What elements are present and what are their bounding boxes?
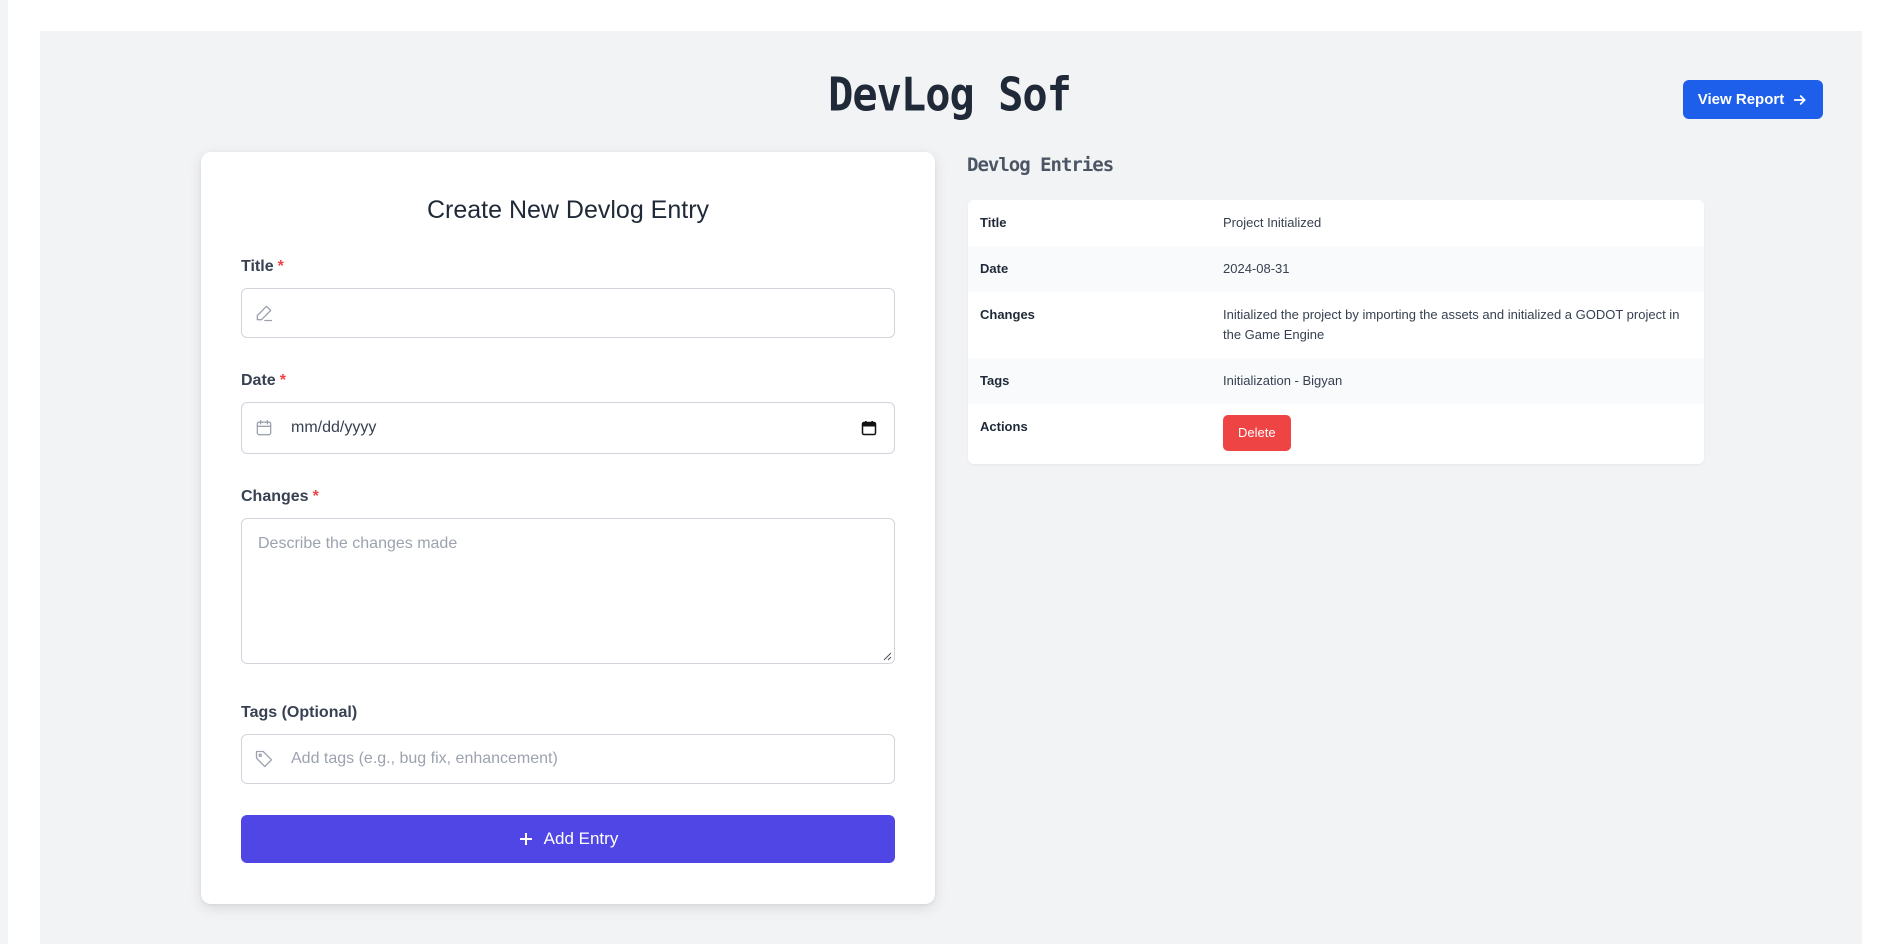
view-report-label: View Report	[1697, 91, 1785, 108]
row-value: 2024-08-31	[1211, 246, 1704, 292]
form-heading: Create New Devlog Entry	[426, 196, 710, 224]
tags-label: Tags (Optional)	[241, 704, 358, 721]
changes-label: Changes *	[241, 488, 319, 505]
row-key: Title	[980, 215, 1007, 230]
table-row: Changes Initialized the project by impor…	[968, 292, 1704, 358]
tags-input[interactable]	[242, 735, 894, 783]
view-report-button[interactable]: View Report	[1683, 80, 1823, 119]
title-input[interactable]	[242, 289, 894, 337]
row-key: Actions	[980, 419, 1028, 434]
date-picker-icon[interactable]	[861, 420, 877, 436]
arrow-right-icon	[1794, 94, 1806, 105]
tags-field[interactable]	[241, 734, 895, 784]
table-row: Actions Delete	[968, 404, 1704, 464]
title-label: Title *	[241, 258, 284, 275]
tag-icon	[255, 750, 273, 768]
calendar-icon	[256, 419, 272, 436]
delete-button[interactable]: Delete	[1223, 415, 1291, 451]
changes-placeholder: Describe the changes made	[258, 535, 458, 552]
date-value: mm/dd/yyyy	[291, 419, 377, 436]
title-field[interactable]	[241, 288, 895, 338]
row-value: Project Initialized	[1223, 215, 1322, 230]
resize-handle-icon[interactable]	[882, 651, 892, 661]
date-label: Date *	[241, 372, 286, 389]
row-key: Tags	[968, 358, 1211, 404]
table-row: Title Project Initialized	[968, 200, 1704, 246]
row-actions: Delete	[1211, 404, 1704, 464]
required-marker: *	[312, 488, 319, 505]
changes-textarea[interactable]: Describe the changes made	[241, 518, 895, 664]
required-marker: *	[277, 258, 284, 275]
date-field[interactable]: mm/dd/yyyy	[241, 402, 895, 454]
required-marker: *	[279, 372, 286, 389]
add-entry-label: Add Entry	[543, 829, 619, 848]
entries-table: Title Project Initialized Date 2024-08-3…	[968, 200, 1704, 464]
entries-heading: Devlog Entries	[967, 154, 1114, 176]
table-row: Tags Initialization - Bigyan	[968, 358, 1704, 404]
row-key: Changes	[980, 307, 1035, 322]
table-row: Date 2024-08-31	[968, 246, 1704, 292]
row-key: Date	[968, 246, 1211, 292]
create-entry-form: Create New Devlog Entry Title * Date * mm/…	[201, 152, 935, 904]
left-edge-strip	[0, 0, 8, 944]
add-entry-button[interactable]: Add Entry	[241, 815, 895, 863]
plus-icon	[519, 833, 532, 845]
app-title: DevLog Sof	[828, 67, 1072, 122]
pencil-icon	[256, 305, 273, 322]
row-value: Initialized the project by importing the…	[1223, 307, 1680, 342]
row-value: Initialization - Bigyan	[1211, 358, 1704, 404]
